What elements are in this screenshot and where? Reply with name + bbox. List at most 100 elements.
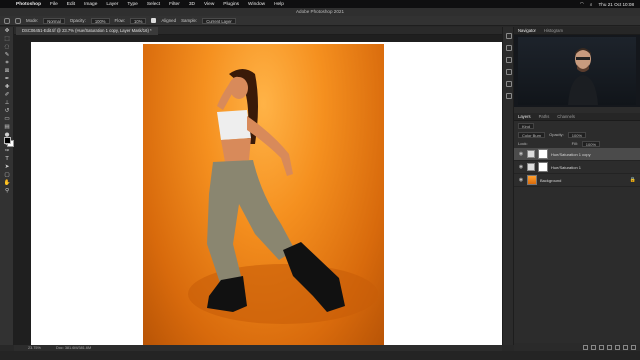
presenter-webcam [518, 37, 636, 105]
clone-stamp-icon[interactable]: ⊥ [2, 100, 12, 107]
menu-filter[interactable]: Filter [169, 2, 180, 7]
tab-channels[interactable]: Channels [557, 114, 575, 119]
menu-type[interactable]: Type [127, 2, 137, 7]
kind-filter-select[interactable]: Kind [518, 122, 535, 129]
right-panel-dock: Navigator Histogram Layers Paths Channel… [514, 27, 640, 351]
hue-saturation-icon[interactable] [527, 163, 535, 171]
menu-help[interactable]: Help [274, 2, 284, 7]
trash-icon[interactable] [631, 344, 636, 350]
layer-row[interactable]: ◉ Background 🔒 [514, 174, 640, 187]
properties-panel-icon[interactable] [506, 45, 512, 51]
layer-row[interactable]: ◉ Hue/Saturation 1 copy [514, 148, 640, 161]
layer-row[interactable]: ◉ Hue/Saturation 1 [514, 161, 640, 174]
clone-stamp-preset-icon[interactable] [15, 17, 21, 24]
flow-field[interactable]: 10% [130, 17, 147, 24]
brushes-panel-icon[interactable] [506, 81, 512, 87]
move-tool-icon[interactable]: ✥ [2, 28, 12, 35]
menu-photoshop[interactable]: Photoshop [16, 2, 41, 7]
sample-select[interactable]: Current Layer [202, 17, 236, 24]
blend-row: Color Burn Opacity: 100% [514, 130, 640, 139]
navigator-panel [514, 35, 640, 107]
history-brush-icon[interactable]: ↺ [2, 108, 12, 115]
swatches-panel-icon[interactable] [506, 69, 512, 75]
gradient-tool-icon[interactable]: ▤ [2, 124, 12, 131]
lock-label: Lock: [518, 141, 528, 146]
hand-tool-icon[interactable]: ✋ [2, 180, 12, 187]
layer-mask-thumbnail[interactable] [538, 162, 548, 172]
layer-opacity-label: Opacity: [549, 132, 564, 137]
eye-icon[interactable]: ◉ [518, 151, 524, 157]
crop-tool-icon[interactable]: ⌗ [2, 60, 12, 67]
document-tab[interactable]: DSC06451-Edit.tif @ 23.7% (Hue/Saturatio… [16, 27, 158, 35]
lock-row: Lock: Fill: 100% [514, 139, 640, 148]
options-bar: Mode: Normal Opacity: 100% Flow: 10% Ali… [0, 16, 640, 26]
new-layer-icon[interactable] [623, 344, 628, 350]
menu-edit[interactable]: Edit [67, 2, 75, 7]
aligned-checkbox[interactable] [151, 18, 157, 23]
tab-histogram[interactable]: Histogram [544, 28, 563, 33]
layer-name[interactable]: Hue/Saturation 1 [551, 165, 581, 170]
frame-tool-icon[interactable]: ⊠ [2, 68, 12, 75]
doc-size-readout[interactable]: Doc: 381.6M/381.6M [56, 346, 91, 350]
adjustments-panel-icon[interactable] [506, 57, 512, 63]
pen-tool-icon[interactable]: ✑ [2, 148, 12, 155]
lasso-tool-icon[interactable]: ◌ [2, 44, 12, 51]
layer-name[interactable]: Background [540, 178, 561, 183]
background-thumbnail[interactable] [527, 175, 537, 185]
tab-navigator[interactable]: Navigator [518, 28, 536, 33]
fx-icon[interactable] [591, 344, 596, 350]
tab-paths[interactable]: Paths [539, 114, 550, 119]
layer-mask-thumbnail[interactable] [538, 149, 548, 159]
menu-window[interactable]: Window [248, 2, 265, 7]
marquee-tool-icon[interactable]: ⬚ [2, 36, 12, 43]
shape-tool-icon[interactable]: ▢ [2, 172, 12, 179]
apple-icon[interactable] [4, 1, 10, 7]
tab-layers[interactable]: Layers [518, 114, 531, 119]
blend-mode-select[interactable]: Color Burn [518, 131, 546, 138]
menu-layer[interactable]: Layer [106, 2, 118, 7]
layer-opacity-field[interactable]: 100% [567, 131, 587, 138]
zoom-tool-icon[interactable]: ⚲ [2, 188, 12, 195]
wifi-icon[interactable]: ◠ [580, 1, 584, 7]
menu-3d[interactable]: 3D [189, 2, 195, 7]
mode-select[interactable]: Normal [43, 17, 65, 24]
layer-name[interactable]: Hue/Saturation 1 copy [551, 152, 591, 157]
menu-image[interactable]: Image [84, 2, 97, 7]
fill-field[interactable]: 100% [581, 140, 601, 147]
search-icon[interactable]: ⌕ [590, 2, 593, 7]
sample-label: Sample: [181, 18, 198, 23]
eye-icon[interactable]: ◉ [518, 164, 524, 170]
canvas-photo[interactable] [143, 44, 384, 345]
flow-label: Flow: [114, 18, 126, 23]
foreground-color-swatch[interactable] [4, 137, 11, 144]
model-figure [188, 69, 378, 324]
eraser-tool-icon[interactable]: ▭ [2, 116, 12, 123]
home-icon[interactable] [4, 17, 10, 24]
hue-saturation-icon[interactable] [527, 150, 535, 158]
zoom-readout[interactable]: 23.75% [28, 346, 41, 350]
new-group-icon[interactable] [615, 344, 620, 350]
type-tool-icon[interactable]: T [2, 156, 12, 163]
mode-label: Mode: [26, 18, 39, 23]
tools-panel: ✥ ⬚ ◌ ✎ ⌗ ⊠ ✒ ✚ ✐ ⊥ ↺ ▭ ▤ ● ◐ ✑ T ➤ ▢ ✋ … [0, 27, 14, 345]
libraries-panel-icon[interactable] [506, 93, 512, 99]
menu-file[interactable]: File [50, 2, 58, 7]
opacity-field[interactable]: 100% [90, 17, 110, 24]
clock[interactable]: Thu 21 Oct 10:08 [599, 2, 635, 7]
add-mask-icon[interactable] [599, 344, 604, 350]
path-select-icon[interactable]: ➤ [2, 164, 12, 171]
history-panel-icon[interactable] [506, 33, 512, 39]
healing-brush-icon[interactable]: ✚ [2, 84, 12, 91]
menu-view[interactable]: View [204, 2, 214, 7]
opacity-label: Opacity: [69, 18, 86, 23]
link-layers-icon[interactable] [583, 344, 588, 350]
eye-icon[interactable]: ◉ [518, 177, 524, 183]
new-adjustment-icon[interactable] [607, 344, 612, 350]
document-tabbar: DSC06451-Edit.tif @ 23.7% (Hue/Saturatio… [14, 27, 502, 35]
menu-select[interactable]: Select [147, 2, 160, 7]
menu-plugins[interactable]: Plugins [223, 2, 239, 7]
eyedropper-tool-icon[interactable]: ✒ [2, 76, 12, 83]
layers-tabs: Layers Paths Channels [514, 113, 640, 121]
brush-tool-icon[interactable]: ✐ [2, 92, 12, 99]
quick-select-tool-icon[interactable]: ✎ [2, 52, 12, 59]
